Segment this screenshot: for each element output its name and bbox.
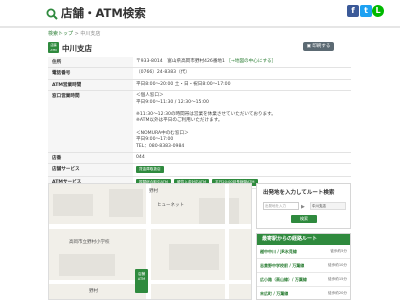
- map-road: [225, 184, 229, 299]
- row-address: 住所 〒933-8014 富山県高岡市野村426番地1 ［→地図の中心にする］: [48, 57, 351, 69]
- page-header: 店舗・ATM検索 f t L: [0, 0, 400, 28]
- service-tag: 貸金庫取扱店: [136, 166, 164, 174]
- row-atm-hours: ATM営業時間 平日8:00～20:00 土・日・祝日8:00～17:00: [48, 79, 351, 92]
- map-block: [169, 244, 219, 270]
- nearest-station-panel: 最寄駅からの経路ルート 越中中川 / JR氷見線 徒歩約5分 志貴野中学校前 / …: [256, 233, 351, 300]
- twitter-share-icon[interactable]: t: [360, 5, 372, 17]
- station-route-item[interactable]: 越中中川 / JR氷見線 徒歩約5分: [257, 245, 350, 259]
- row-counter-hours: 窓口営業時間 ＜個人窓口＞ 平日9:00～11:30 / 12:30～15:00…: [48, 91, 351, 154]
- phone-number: （0766）24-8383（代）: [136, 70, 190, 76]
- destination-field: 中川支店: [310, 202, 346, 210]
- row-phone: 電話番号 （0766）24-8383（代）: [48, 68, 351, 80]
- station-route-item[interactable]: 広小路（高山線）/ 万葉線 徒歩約15分: [257, 273, 350, 287]
- arrow-right-icon: ▶: [301, 204, 305, 210]
- row-branch-number: 店番 044: [48, 153, 351, 165]
- map-block: [109, 189, 143, 217]
- map-block: [53, 194, 93, 216]
- station-route-item[interactable]: 志貴野中学校前 / 万葉線 徒歩約10分: [257, 259, 350, 273]
- branch-map[interactable]: 野村 高岡市立野村小学校 野村 ヒューネット 店舗 ATM: [48, 183, 252, 300]
- branch-info-table: 住所 〒933-8014 富山県高岡市野村426番地1 ［→地図の中心にする］ …: [48, 57, 351, 190]
- route-search-title: 出発地を入力してルート検索: [263, 190, 335, 196]
- departure-input[interactable]: 出発地を入力: [263, 202, 299, 210]
- nearest-station-title: 最寄駅からの経路ルート: [257, 234, 350, 245]
- map-label: ヒューネット: [157, 203, 184, 208]
- breadcrumb-home-link[interactable]: 検索トップ: [48, 31, 73, 37]
- map-label: 野村: [89, 289, 98, 294]
- map-block: [59, 254, 115, 276]
- facebook-share-icon[interactable]: f: [347, 5, 359, 17]
- store-atm-badge: 店舗 ATM: [48, 42, 59, 53]
- search-icon: [46, 8, 58, 20]
- map-label: 高岡市立野村小学校: [69, 240, 110, 245]
- center-map-link[interactable]: ［→地図の中心にする］: [226, 59, 276, 64]
- branch-name: 中川支店: [62, 44, 92, 53]
- page-title: 店舗・ATM検索: [61, 6, 146, 20]
- branch-map-pin[interactable]: 店舗 ATM: [135, 269, 148, 293]
- route-search-panel: 出発地を入力してルート検索 出発地を入力 ▶ 中川支店 検索: [256, 183, 351, 229]
- map-road: [49, 280, 251, 284]
- route-search-button[interactable]: 検索: [291, 215, 317, 223]
- station-route-item[interactable]: 末広町 / 万葉線 徒歩約20分: [257, 287, 350, 300]
- breadcrumb-current: 中川支店: [80, 31, 101, 37]
- line-share-icon[interactable]: L: [372, 5, 384, 17]
- row-store-services: 店舗サービス 貸金庫取扱店: [48, 164, 351, 177]
- map-label: 野村: [149, 189, 158, 194]
- print-button[interactable]: ▣ 印刷する: [303, 42, 334, 51]
- breadcrumb: 検索トップ > 中川支店: [48, 31, 101, 37]
